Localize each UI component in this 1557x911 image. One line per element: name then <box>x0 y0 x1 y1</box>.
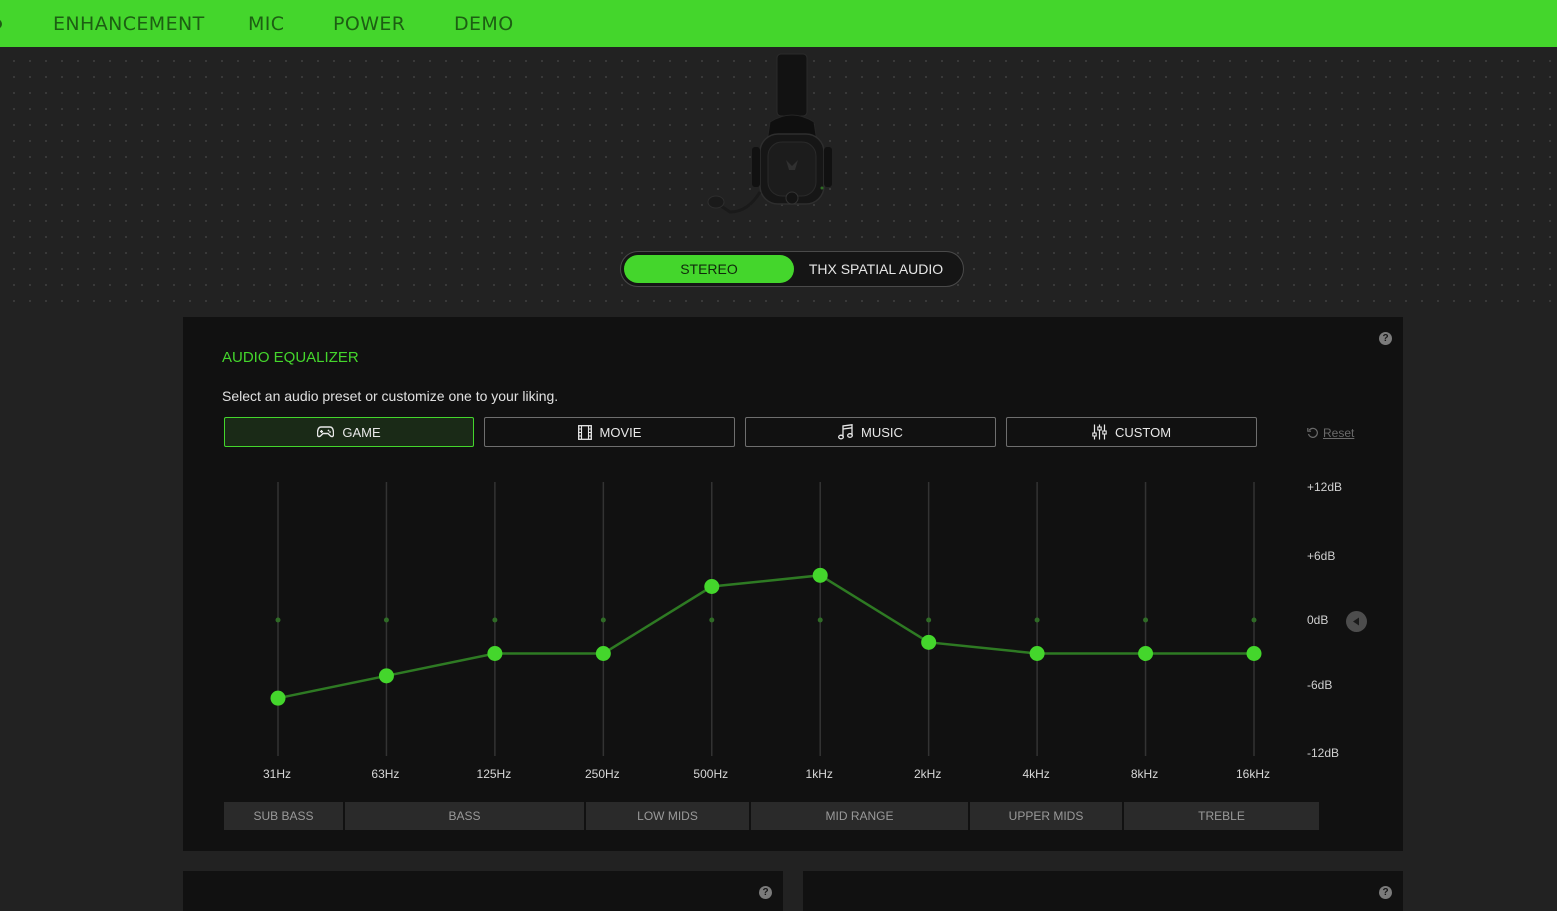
eq-slider-knob-63hz[interactable] <box>378 668 394 684</box>
eq-zero-marker <box>1251 617 1257 623</box>
eq-zero-marker <box>492 617 498 623</box>
eq-slider-knob-4khz[interactable] <box>1029 646 1045 661</box>
band-upper-mids: UPPER MIDS <box>970 802 1122 830</box>
band-mid-range: MID RANGE <box>751 802 968 830</box>
eq-zero-marker <box>275 617 281 623</box>
eq-slider-knob-125hz[interactable] <box>487 646 503 661</box>
db-label-minus-12: -12dB <box>1307 746 1340 760</box>
lower-right-help-icon[interactable]: ? <box>1379 886 1392 899</box>
eq-zero-marker <box>1034 617 1040 623</box>
lower-left-help-icon[interactable]: ? <box>759 886 772 899</box>
db-label-plus-6: +6dB <box>1307 549 1336 563</box>
eq-zero-marker <box>1143 617 1149 623</box>
freq-label-125hz: 125Hz <box>476 767 512 781</box>
freq-label-250hz: 250Hz <box>584 767 620 781</box>
eq-slider-knob-500hz[interactable] <box>704 579 720 594</box>
freq-label-2khz: 2kHz <box>913 767 942 781</box>
eq-slider-knob-250hz[interactable] <box>595 646 611 661</box>
band-low-mids: LOW MIDS <box>586 802 749 830</box>
eq-slider-knob-31hz[interactable] <box>270 690 286 706</box>
band-bass: BASS <box>345 802 584 830</box>
freq-label-63hz: 63Hz <box>371 767 400 781</box>
freq-label-500hz: 500Hz <box>693 767 729 781</box>
freq-label-16khz: 16kHz <box>1235 767 1270 781</box>
freq-label-8khz: 8kHz <box>1130 767 1159 781</box>
db-label-minus-6: -6dB <box>1307 678 1333 692</box>
eq-zero-marker <box>383 617 389 623</box>
eq-slider-knob-16khz[interactable] <box>1246 646 1262 661</box>
lower-right-panel <box>803 871 1403 911</box>
freq-label-4khz: 4kHz <box>1022 767 1050 781</box>
equalizer-graph <box>270 482 1262 756</box>
eq-slider-knob-8khz[interactable] <box>1138 646 1154 661</box>
db-label-zero: 0dB <box>1307 613 1329 627</box>
eq-slider-knob-1khz[interactable] <box>812 567 828 583</box>
freq-label-1khz: 1kHz <box>805 767 833 781</box>
collapse-arrow-button[interactable] <box>1346 611 1367 632</box>
eq-curve-line <box>277 574 1254 700</box>
band-treble: TREBLE <box>1124 802 1319 830</box>
band-sub-bass: SUB BASS <box>224 802 343 830</box>
eq-zero-marker <box>817 617 823 623</box>
eq-zero-marker <box>709 617 715 623</box>
freq-label-31hz: 31Hz <box>262 767 291 781</box>
triangle-left-icon <box>1353 617 1359 626</box>
lower-left-panel <box>183 871 783 911</box>
eq-slider-knob-2khz[interactable] <box>921 634 937 650</box>
eq-zero-marker <box>600 617 606 623</box>
eq-zero-marker <box>926 617 932 623</box>
db-label-plus-12: +12dB <box>1307 480 1343 494</box>
